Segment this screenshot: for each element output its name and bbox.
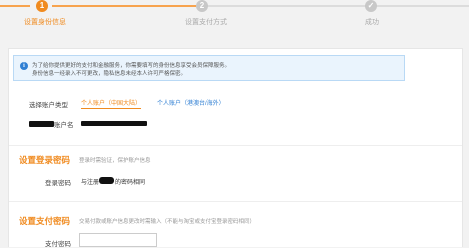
notice-line-2: 身份信息一经录入不可更改，隐私信息未经本人许可严格保密。 (32, 71, 187, 77)
account-type-option-mainland[interactable]: 个人账户（中国大陆） (81, 98, 142, 109)
progress-track-pending-tail (375, 5, 469, 7)
pay-password-input[interactable] (79, 233, 157, 247)
login-section-hint: 登录时需验证，保护账户信息 (79, 158, 151, 164)
step-3-check-icon: ✓ (365, 0, 377, 12)
login-password-text-suffix: 的密码相同 (115, 180, 146, 186)
section-divider (9, 145, 462, 146)
login-password-label: 登录密码 (45, 180, 71, 187)
progress-track-done (52, 5, 196, 7)
account-name-label: 账户名 (54, 122, 74, 129)
info-icon: i (20, 62, 28, 70)
progress-steps: 1 设置身份信息 2 设置支付方式 ✓ 成功 (0, 0, 469, 34)
account-type-label: 选择账户类型 (29, 102, 68, 109)
redacted-account-name (81, 121, 147, 126)
redacted-label-prefix (29, 121, 54, 127)
step-1-label: 设置身份信息 (24, 19, 66, 26)
pay-password-label: 支付密码 (45, 241, 71, 248)
progress-track-done-lead (0, 5, 30, 7)
notice-line-1: 为了给你提供更好的支付和金融服务，你需要填写的身份信息享受会员保障服务。 (32, 63, 231, 69)
pay-section-hint: 交易付款或账户信息更改时需输入（不能与淘宝或支付宝登录密码相同） (79, 219, 256, 225)
identity-form-panel: i 为了给你提供更好的支付和金融服务，你需要填写的身份信息享受会员保障服务。 身… (8, 48, 463, 248)
step-2-label: 设置支付方式 (185, 19, 227, 26)
login-password-text-prefix: 与注册 (81, 180, 100, 186)
step-1-circle: 1 (36, 0, 48, 12)
pay-section-title: 设置支付密码 (19, 216, 71, 226)
login-section-title: 设置登录密码 (19, 155, 71, 165)
info-notice: i 为了给你提供更好的支付和金融服务，你需要填写的身份信息享受会员保障服务。 身… (13, 55, 405, 81)
section-divider-2 (9, 201, 462, 202)
step-3-label: 成功 (365, 19, 379, 26)
account-type-option-overseas[interactable]: 个人账户（港澳台/海外） (157, 98, 225, 107)
redacted-site-name (99, 177, 114, 184)
progress-track-pending (206, 5, 368, 7)
step-2-circle: 2 (196, 0, 208, 12)
